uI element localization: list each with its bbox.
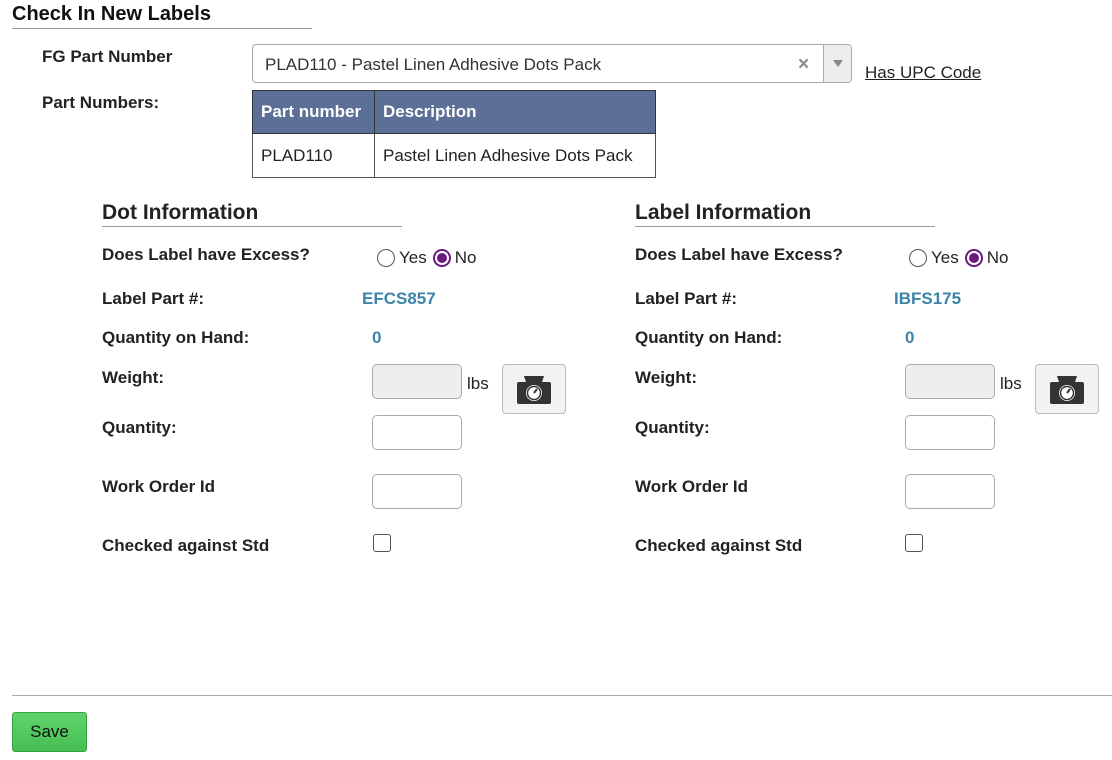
dot-excess-no-radio[interactable] bbox=[432, 249, 451, 267]
fg-part-number-select[interactable]: PLAD110 - Pastel Linen Adhesive Dots Pac… bbox=[252, 44, 852, 83]
label-excess-radio-group: Yes No bbox=[909, 248, 1014, 268]
dot-excess-yes-label: Yes bbox=[399, 248, 427, 267]
dot-excess-yes-radio[interactable] bbox=[377, 249, 395, 267]
dot-weight-unit: lbs bbox=[467, 374, 489, 393]
scale-icon bbox=[1050, 376, 1084, 404]
dot-excess-no-label: No bbox=[454, 248, 477, 267]
scale-icon bbox=[517, 376, 551, 404]
label-excess-yes-label: Yes bbox=[931, 248, 959, 267]
dot-quantity-label: Quantity: bbox=[102, 418, 177, 437]
table-header-row: Part number Description bbox=[252, 90, 656, 134]
footer-divider bbox=[12, 695, 1112, 696]
label-quantity-input[interactable] bbox=[905, 415, 995, 450]
label-qoh-label: Quantity on Hand: bbox=[635, 328, 783, 347]
table-cell-part-number: PLAD110 bbox=[252, 133, 375, 178]
label-work-order-input[interactable] bbox=[905, 474, 995, 509]
dot-quantity-input[interactable] bbox=[372, 415, 462, 450]
dot-excess-radio-group: Yes No bbox=[377, 248, 482, 268]
dot-section-divider bbox=[102, 226, 402, 227]
label-section-divider bbox=[635, 226, 935, 227]
page-title: Check In New Labels bbox=[12, 3, 211, 25]
label-weight-unit: lbs bbox=[1000, 374, 1022, 393]
dot-label-part-label: Label Part #: bbox=[102, 289, 205, 308]
clear-icon[interactable]: × bbox=[798, 54, 809, 76]
dot-qoh-value: 0 bbox=[372, 328, 382, 347]
dot-information-title: Dot Information bbox=[102, 201, 259, 224]
fg-part-number-label: FG Part Number bbox=[42, 47, 173, 66]
label-excess-yes-radio[interactable] bbox=[909, 249, 927, 267]
label-label-part-label: Label Part #: bbox=[635, 289, 738, 308]
dot-weight-label: Weight: bbox=[102, 368, 165, 387]
label-checked-checkbox[interactable] bbox=[905, 534, 923, 552]
chevron-down-icon bbox=[833, 60, 843, 67]
has-upc-code-link[interactable]: Has UPC Code bbox=[865, 63, 981, 83]
label-information-title: Label Information bbox=[635, 201, 812, 224]
table-cell-description: Pastel Linen Adhesive Dots Pack bbox=[374, 133, 656, 178]
dot-label-part-value[interactable]: EFCS857 bbox=[362, 289, 436, 309]
dot-scale-button[interactable] bbox=[502, 364, 566, 414]
label-excess-label: Does Label have Excess? bbox=[635, 245, 843, 264]
dot-weight-input[interactable] bbox=[372, 364, 462, 399]
dot-work-order-input[interactable] bbox=[372, 474, 462, 509]
label-weight-input[interactable] bbox=[905, 364, 995, 399]
part-numbers-label: Part Numbers: bbox=[42, 93, 160, 112]
fg-part-number-value: PLAD110 - Pastel Linen Adhesive Dots Pac… bbox=[265, 55, 602, 74]
label-quantity-label: Quantity: bbox=[635, 418, 710, 437]
label-weight-label: Weight: bbox=[635, 368, 698, 387]
dot-excess-label: Does Label have Excess? bbox=[102, 245, 310, 264]
column-header-part-number: Part number bbox=[252, 90, 375, 134]
dot-checked-checkbox[interactable] bbox=[373, 534, 391, 552]
dot-checked-label: Checked against Std bbox=[102, 536, 270, 555]
label-qoh-value: 0 bbox=[905, 328, 915, 347]
dot-work-order-label: Work Order Id bbox=[102, 477, 216, 496]
label-excess-no-label: No bbox=[986, 248, 1009, 267]
label-work-order-label: Work Order Id bbox=[635, 477, 749, 496]
dropdown-toggle[interactable] bbox=[823, 45, 851, 82]
label-scale-button[interactable] bbox=[1035, 364, 1099, 414]
label-excess-no-radio[interactable] bbox=[964, 249, 983, 267]
label-checked-label: Checked against Std bbox=[635, 536, 803, 555]
part-numbers-table: Part number Description PLAD110 Pastel L… bbox=[252, 90, 656, 178]
table-row: PLAD110 Pastel Linen Adhesive Dots Pack bbox=[252, 133, 656, 178]
save-button[interactable]: Save bbox=[12, 712, 87, 752]
dot-qoh-label: Quantity on Hand: bbox=[102, 328, 250, 347]
column-header-description: Description bbox=[374, 90, 656, 134]
label-label-part-value[interactable]: IBFS175 bbox=[894, 289, 961, 309]
title-divider bbox=[12, 28, 312, 29]
